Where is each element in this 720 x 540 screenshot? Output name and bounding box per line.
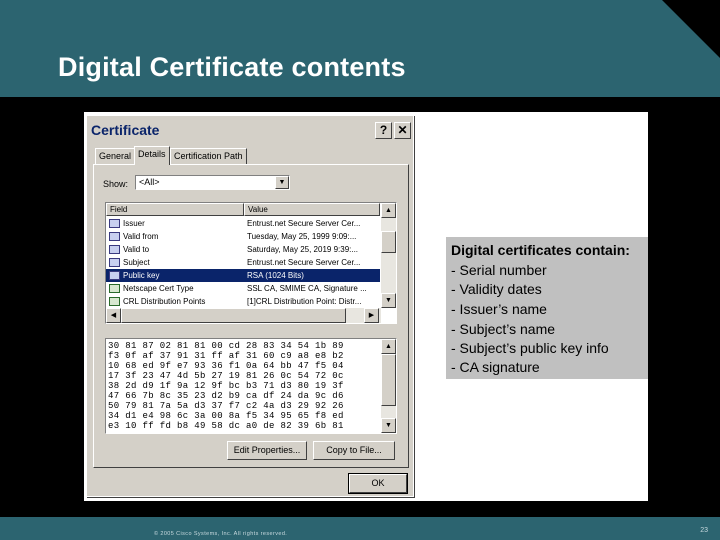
column-header-value[interactable]: Value bbox=[244, 203, 380, 216]
dialog-titlebar[interactable]: Certificate ? ✕ bbox=[89, 119, 411, 141]
list-item[interactable]: Valid to Saturday, May 25, 2019 9:39:... bbox=[106, 243, 380, 256]
scroll-thumb[interactable] bbox=[381, 231, 396, 253]
field-name: Valid to bbox=[123, 245, 150, 254]
list-item-selected[interactable]: Public key RSA (1024 Bits) bbox=[106, 269, 380, 282]
certificate-field-icon bbox=[109, 245, 120, 254]
fields-list[interactable]: Field Value Issuer Entrust.net Secure Se… bbox=[105, 202, 397, 324]
close-button[interactable]: ✕ bbox=[394, 122, 411, 139]
field-name: Subject bbox=[123, 258, 150, 267]
hex-line: 50 79 81 7a 5a d3 37 f7 c2 4a d3 29 92 2… bbox=[108, 401, 344, 411]
info-callout: Digital certificates contain: - Serial n… bbox=[446, 237, 648, 379]
show-dropdown[interactable]: <All> ▼ bbox=[135, 175, 290, 190]
page-number: 23 bbox=[700, 527, 708, 534]
field-name: Netscape Cert Type bbox=[123, 284, 194, 293]
show-dropdown-value: <All> bbox=[139, 177, 160, 187]
tab-general[interactable]: General bbox=[95, 148, 136, 164]
callout-item: - Issuer’s name bbox=[451, 301, 547, 317]
list-item[interactable]: Subject Entrust.net Secure Server Cer... bbox=[106, 256, 380, 269]
field-value: Entrust.net Secure Server Cer... bbox=[247, 219, 361, 228]
field-name: Valid from bbox=[123, 232, 159, 241]
slide-footer: © 2005 Cisco Systems, Inc. All rights re… bbox=[0, 517, 720, 540]
extension-field-icon bbox=[109, 284, 120, 293]
chevron-down-icon[interactable]: ▼ bbox=[275, 176, 289, 189]
field-value: Tuesday, May 25, 1999 9:09:... bbox=[247, 232, 357, 241]
extension-field-icon bbox=[109, 297, 120, 306]
callout-item: - Validity dates bbox=[451, 281, 542, 297]
tab-details[interactable]: Details bbox=[134, 146, 170, 165]
hex-line: 10 68 ed 9f e7 93 36 f1 0a 64 bb 47 f5 0… bbox=[108, 361, 344, 371]
slide-header: Digital Certificate contents bbox=[0, 0, 720, 97]
scroll-down-icon[interactable]: ▼ bbox=[381, 293, 396, 308]
field-value: SSL CA, SMIME CA, Signature ... bbox=[247, 284, 367, 293]
copyright-text: © 2005 Cisco Systems, Inc. All rights re… bbox=[154, 531, 288, 537]
scroll-up-icon[interactable]: ▲ bbox=[381, 203, 396, 218]
callout-item: - CA signature bbox=[451, 359, 540, 375]
certificate-field-icon bbox=[109, 271, 120, 280]
help-button[interactable]: ? bbox=[375, 122, 392, 139]
field-name: CRL Distribution Points bbox=[123, 297, 206, 306]
field-value: RSA (1024 Bits) bbox=[247, 271, 304, 280]
edit-properties-button[interactable]: Edit Properties... bbox=[227, 441, 307, 460]
scroll-thumb[interactable] bbox=[381, 354, 396, 406]
certificate-field-icon bbox=[109, 258, 120, 267]
callout-item: - Serial number bbox=[451, 262, 547, 278]
field-name: Public key bbox=[123, 271, 160, 280]
hex-line: 17 3f 23 47 4d 5b 27 19 81 26 0c 54 72 0… bbox=[108, 371, 344, 381]
list-item[interactable]: Issuer Entrust.net Secure Server Cer... bbox=[106, 217, 380, 230]
scroll-left-icon[interactable]: ◀ bbox=[106, 308, 121, 323]
tab-certification-path[interactable]: Certification Path bbox=[170, 148, 247, 164]
scroll-thumb[interactable] bbox=[121, 308, 346, 323]
fields-horizontal-scrollbar[interactable]: ◀ ▶ bbox=[106, 308, 381, 323]
header-corner-notch bbox=[662, 0, 720, 58]
column-header-field[interactable]: Field bbox=[106, 203, 244, 216]
certificate-dialog: Certificate ? ✕ General Details Certific… bbox=[86, 115, 414, 497]
field-value: Saturday, May 25, 2019 9:39:... bbox=[247, 245, 359, 254]
scroll-up-icon[interactable]: ▲ bbox=[381, 339, 396, 354]
callout-heading: Digital certificates contain: bbox=[451, 242, 630, 258]
field-value: [1]CRL Distribution Point: Distr... bbox=[247, 297, 362, 306]
list-item[interactable]: Valid from Tuesday, May 25, 1999 9:09:..… bbox=[106, 230, 380, 243]
slide-title: Digital Certificate contents bbox=[58, 52, 406, 82]
certificate-field-icon bbox=[109, 232, 120, 241]
dialog-title: Certificate bbox=[91, 122, 160, 138]
hex-line: 30 81 87 02 81 81 00 cd 28 83 34 54 1b 8… bbox=[108, 341, 344, 351]
hex-line: 47 66 7b 8c 35 23 d2 b9 ca df 24 da 9c d… bbox=[108, 391, 344, 401]
hex-line: f3 0f af 37 91 31 ff af 31 60 c9 a8 e8 b… bbox=[108, 351, 344, 361]
fields-vertical-scrollbar[interactable]: ▲ ▼ bbox=[381, 203, 396, 308]
scroll-right-icon[interactable]: ▶ bbox=[364, 308, 379, 323]
list-item[interactable]: CRL Distribution Points [1]CRL Distribut… bbox=[106, 295, 380, 308]
certificate-field-icon bbox=[109, 219, 120, 228]
copy-to-file-button[interactable]: Copy to File... bbox=[313, 441, 395, 460]
field-value-hex-box[interactable]: 30 81 87 02 81 81 00 cd 28 83 34 54 1b 8… bbox=[105, 338, 397, 434]
callout-item: - Subject’s public key info bbox=[451, 340, 609, 356]
hex-line: 38 2d d9 1f 9a 12 9f bc b3 71 d3 80 19 3… bbox=[108, 381, 344, 391]
hex-vertical-scrollbar[interactable]: ▲ ▼ bbox=[381, 339, 396, 433]
show-label: Show: bbox=[103, 179, 129, 189]
scroll-down-icon[interactable]: ▼ bbox=[381, 418, 396, 433]
hex-line: 34 d1 e4 98 6c 3a 00 8a f5 34 95 65 f8 e… bbox=[108, 411, 344, 421]
hex-line: e3 10 ff fd b8 49 58 dc a0 de 82 39 6b 8… bbox=[108, 421, 344, 431]
field-value: Entrust.net Secure Server Cer... bbox=[247, 258, 361, 267]
list-item[interactable]: Netscape Cert Type SSL CA, SMIME CA, Sig… bbox=[106, 282, 380, 295]
callout-item: - Subject’s name bbox=[451, 321, 556, 337]
field-name: Issuer bbox=[123, 219, 145, 228]
ok-button[interactable]: OK bbox=[348, 473, 408, 494]
